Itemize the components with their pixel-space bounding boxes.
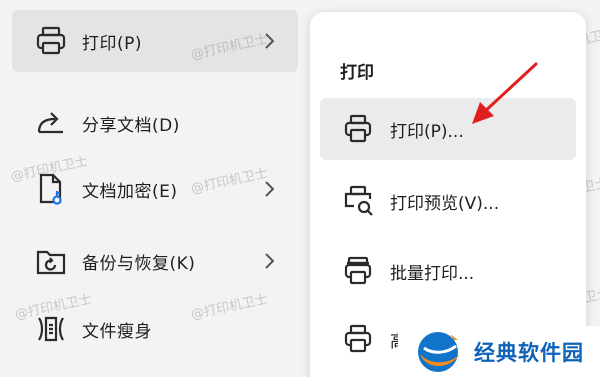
submenu-item-label: 打印预览(V)... [390, 193, 500, 214]
menu-item-label: 备份与恢复(K) [82, 253, 196, 274]
share-icon [30, 102, 72, 144]
menu-item-document-encrypt[interactable]: 文档加密(E) [12, 158, 298, 220]
annotation-arrow-icon [472, 62, 538, 124]
printer-icon [338, 319, 378, 359]
submenu-item-label: 批量打印... [390, 263, 475, 284]
menu-item-print[interactable]: 打印(P) [12, 10, 298, 72]
menu-item-label: 打印(P) [82, 33, 143, 54]
submenu-title: 打印 [340, 63, 374, 83]
menu-item-file-slim[interactable]: 文件瘦身 [12, 298, 298, 360]
submenu-item-batch-print[interactable]: 批量打印... [320, 240, 576, 302]
file-slim-icon [30, 308, 72, 350]
batch-print-icon [338, 251, 378, 291]
menu-item-label: 文档加密(E) [82, 181, 178, 202]
menu-item-share-document[interactable]: 分享文档(D) [12, 92, 298, 154]
submenu-item-label: 打印(P)... [390, 121, 464, 142]
chevron-right-icon [262, 31, 276, 51]
backup-restore-icon [30, 240, 72, 282]
printer-icon [30, 20, 72, 62]
printer-icon [338, 109, 378, 149]
brand-logo-icon [418, 331, 460, 372]
brand-name: 经典软件园 [474, 340, 584, 365]
menu-item-label: 文件瘦身 [82, 321, 152, 342]
print-preview-icon [338, 181, 378, 221]
menu-item-label: 分享文档(D) [82, 115, 180, 136]
brand-logo: 经典软件园 [398, 326, 600, 377]
print-submenu: 打印 打印(P)... 打印预览(V)... 批量打印... [310, 12, 586, 377]
chevron-right-icon [262, 179, 276, 199]
chevron-right-icon [262, 251, 276, 271]
file-menu: 打印(P) 分享文档(D) 文档加密(E) 备份与恢复(K) 文件瘦身 [0, 0, 312, 377]
screen: 打印(P) 分享文档(D) 文档加密(E) 备份与恢复(K) 文件瘦身 @打印机… [0, 0, 600, 377]
submenu-item-print-preview[interactable]: 打印预览(V)... [320, 170, 576, 232]
document-lock-icon [30, 168, 72, 210]
menu-item-backup-restore[interactable]: 备份与恢复(K) [12, 230, 298, 292]
